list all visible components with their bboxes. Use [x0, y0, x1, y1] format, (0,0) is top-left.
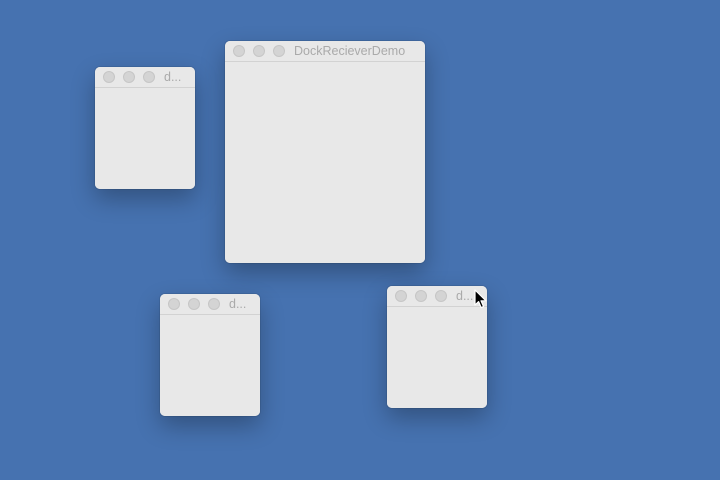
window-small-bottom-right[interactable]: d... — [387, 286, 487, 408]
window-titlebar[interactable]: d... — [160, 294, 260, 315]
window-title: d... — [456, 289, 474, 303]
window-small-top-left[interactable]: d... — [95, 67, 195, 189]
window-titlebar[interactable]: d... — [95, 67, 195, 88]
window-content — [387, 307, 487, 408]
minimize-button[interactable] — [188, 298, 200, 310]
minimize-button[interactable] — [123, 71, 135, 83]
window-title: d... — [229, 297, 247, 311]
window-small-bottom-left[interactable]: d... — [160, 294, 260, 416]
window-title: d... — [164, 70, 182, 84]
window-titlebar[interactable]: d... — [387, 286, 487, 307]
close-button[interactable] — [103, 71, 115, 83]
window-titlebar[interactable]: DockRecieverDemo — [225, 41, 425, 62]
close-button[interactable] — [233, 45, 245, 57]
window-main[interactable]: DockRecieverDemo — [225, 41, 425, 263]
zoom-button[interactable] — [273, 45, 285, 57]
minimize-button[interactable] — [253, 45, 265, 57]
close-button[interactable] — [395, 290, 407, 302]
close-button[interactable] — [168, 298, 180, 310]
arrow-pointer-icon — [474, 289, 487, 309]
window-content — [160, 315, 260, 416]
window-content — [225, 62, 425, 263]
desktop: d... DockRecieverDemo d... d... — [0, 0, 720, 480]
zoom-button[interactable] — [208, 298, 220, 310]
minimize-button[interactable] — [415, 290, 427, 302]
window-content — [95, 88, 195, 189]
zoom-button[interactable] — [143, 71, 155, 83]
window-title: DockRecieverDemo — [294, 44, 406, 58]
zoom-button[interactable] — [435, 290, 447, 302]
